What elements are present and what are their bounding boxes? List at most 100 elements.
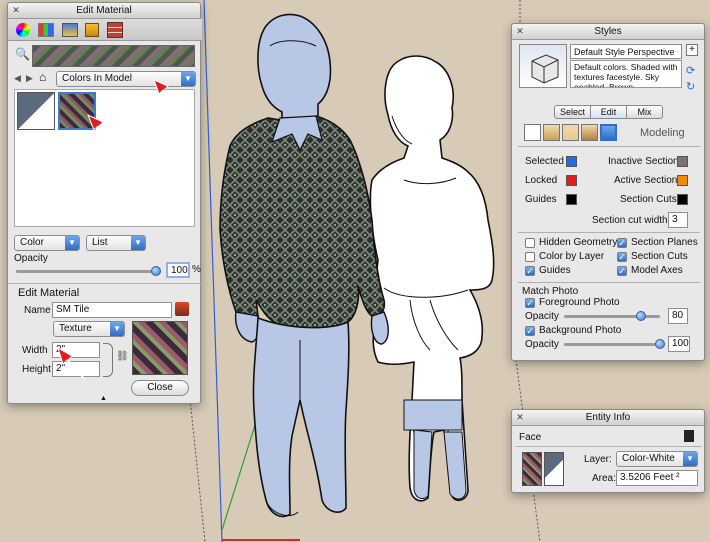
tab-select[interactable]: Select xyxy=(554,105,591,119)
color-by-layer-checkbox[interactable] xyxy=(525,252,535,262)
name-label: Name xyxy=(24,305,51,316)
locked-color-label: Locked xyxy=(525,175,558,186)
model-axes-checkbox[interactable]: ✓ xyxy=(617,266,627,276)
dashed-axis-left xyxy=(187,379,206,542)
cube-icon xyxy=(531,54,559,84)
image-picker-icon[interactable] xyxy=(62,23,78,37)
edit-material-panel: ✕ Edit Material 🔍 ◀ ▶ ⌂ Colors In Model … xyxy=(7,2,202,404)
back-material-swatch[interactable] xyxy=(544,452,564,486)
brick-icon[interactable] xyxy=(107,22,123,38)
create-style-icon[interactable]: + xyxy=(686,44,698,56)
figure-woman xyxy=(369,55,495,502)
panel-title: Edit Material xyxy=(76,5,132,16)
section-cuts-color-label: Section Cuts xyxy=(620,194,677,205)
aspect-lock-icon[interactable] xyxy=(103,343,113,377)
tab-edit[interactable]: Edit xyxy=(590,105,627,119)
styles-panel: ✕ Styles Default Style Perspective View … xyxy=(511,23,705,361)
active-section-swatch[interactable] xyxy=(677,175,688,186)
guides-color-label: Guides xyxy=(525,194,557,205)
watermark-settings-icon[interactable] xyxy=(581,124,598,141)
width-label: Width xyxy=(22,345,48,356)
color-sliders-icon[interactable] xyxy=(38,23,54,37)
paint-bucket-icon[interactable] xyxy=(175,302,189,316)
texture-preview xyxy=(132,321,188,375)
close-icon[interactable]: ✕ xyxy=(515,27,525,37)
crayons-icon[interactable] xyxy=(85,23,99,37)
view-mode-select[interactable]: List ▼ xyxy=(86,235,146,251)
chevron-down-icon: ▼ xyxy=(65,236,79,250)
bg-opacity-slider[interactable] xyxy=(564,343,660,346)
forward-arrow-icon[interactable]: ▶ xyxy=(26,73,33,84)
hidden-geometry-label: Hidden Geometry xyxy=(539,237,618,248)
model-axes-label: Model Axes xyxy=(631,265,683,276)
refresh-icon[interactable]: ↻ xyxy=(686,80,695,93)
edge-settings-icon[interactable] xyxy=(524,124,541,141)
collapse-caret-icon[interactable]: ▲ xyxy=(100,395,107,402)
section-planes-checkbox[interactable]: ✓ xyxy=(617,238,627,248)
opacity-slider[interactable] xyxy=(16,270,156,273)
close-icon[interactable]: ✕ xyxy=(11,6,21,16)
edit-material-titlebar[interactable]: ✕ Edit Material xyxy=(8,3,200,19)
entity-info-icon[interactable] xyxy=(684,430,694,442)
material-toolbar xyxy=(8,19,202,41)
entity-info-titlebar[interactable]: ✕ Entity Info xyxy=(512,410,704,426)
close-icon[interactable]: ✕ xyxy=(515,413,525,423)
locked-color-swatch[interactable] xyxy=(566,175,577,186)
foreground-photo-checkbox[interactable]: ✓ xyxy=(525,298,535,308)
inactive-section-swatch[interactable] xyxy=(677,156,688,167)
chevron-down-icon: ▼ xyxy=(110,322,124,336)
styles-titlebar[interactable]: ✕ Styles xyxy=(512,24,704,40)
chain-link-icon[interactable]: ⛓ xyxy=(116,351,129,362)
close-button[interactable]: Close xyxy=(131,380,189,396)
material-swatch-default[interactable] xyxy=(17,92,55,130)
modeling-settings-icon[interactable] xyxy=(600,124,617,141)
background-settings-icon[interactable] xyxy=(562,124,579,141)
color-wheel-icon[interactable] xyxy=(16,23,30,37)
materials-grid xyxy=(14,89,195,227)
bg-opacity-field[interactable]: 100 xyxy=(668,336,690,352)
front-material-swatch[interactable] xyxy=(522,452,542,486)
guides-checkbox[interactable]: ✓ xyxy=(525,266,535,276)
sample-paint-icon[interactable]: 🔍 xyxy=(15,47,30,61)
tab-mix[interactable]: Mix xyxy=(626,105,663,119)
material-preview-swatch xyxy=(32,45,195,67)
opacity-input[interactable]: 100 xyxy=(166,262,190,278)
section-name: Modeling xyxy=(640,127,685,139)
hidden-geometry-checkbox[interactable] xyxy=(525,238,535,248)
active-section-label: Active Section xyxy=(614,175,678,186)
area-field[interactable]: 3.5206 Feet ² xyxy=(616,470,698,486)
match-photo-title: Match Photo xyxy=(522,286,579,297)
entity-type: Face xyxy=(519,432,542,443)
update-style-icon[interactable]: ⟳ xyxy=(686,64,695,77)
layer-select[interactable]: Color-White ▼ xyxy=(616,451,698,467)
selected-color-swatch[interactable] xyxy=(566,156,577,167)
inactive-section-label: Inactive Section xyxy=(608,156,679,167)
fg-opacity-field[interactable]: 80 xyxy=(668,308,688,324)
face-settings-icon[interactable] xyxy=(543,124,560,141)
name-field[interactable]: SM Tile xyxy=(52,302,172,318)
section-cuts-checkbox[interactable]: ✓ xyxy=(617,252,627,262)
foreground-photo-label: Foreground Photo xyxy=(539,297,620,308)
style-name-field[interactable]: Default Style Perspective View xyxy=(570,44,682,71)
selected-color-label: Selected xyxy=(525,156,564,167)
section-cut-width-label: Section cut width xyxy=(592,215,668,226)
styles-tabs: Select Edit Mix xyxy=(554,105,664,119)
style-description[interactable]: Default colors. Shaded with textures fac… xyxy=(570,60,682,88)
style-thumbnail xyxy=(519,44,567,88)
section-cuts-swatch[interactable] xyxy=(677,194,688,205)
fg-opacity-knob[interactable] xyxy=(635,311,646,321)
background-photo-checkbox[interactable]: ✓ xyxy=(525,326,535,336)
back-arrow-icon[interactable]: ◀ xyxy=(14,73,21,84)
annotation-arrow-width xyxy=(57,346,86,379)
home-icon[interactable]: ⌂ xyxy=(39,70,46,84)
color-mode-select[interactable]: Color ▼ xyxy=(14,235,80,251)
opacity-slider-knob[interactable] xyxy=(151,266,161,276)
panel-title: Entity Info xyxy=(585,412,631,423)
section-cut-width-field[interactable]: 3 xyxy=(668,212,688,228)
texture-select[interactable]: Texture ▼ xyxy=(53,321,125,337)
chevron-down-icon: ▼ xyxy=(683,452,697,466)
bg-opacity-knob[interactable] xyxy=(655,339,665,349)
blue-axis xyxy=(203,0,223,542)
guides-color-swatch[interactable] xyxy=(566,194,577,205)
opacity-label: Opacity xyxy=(14,253,48,264)
